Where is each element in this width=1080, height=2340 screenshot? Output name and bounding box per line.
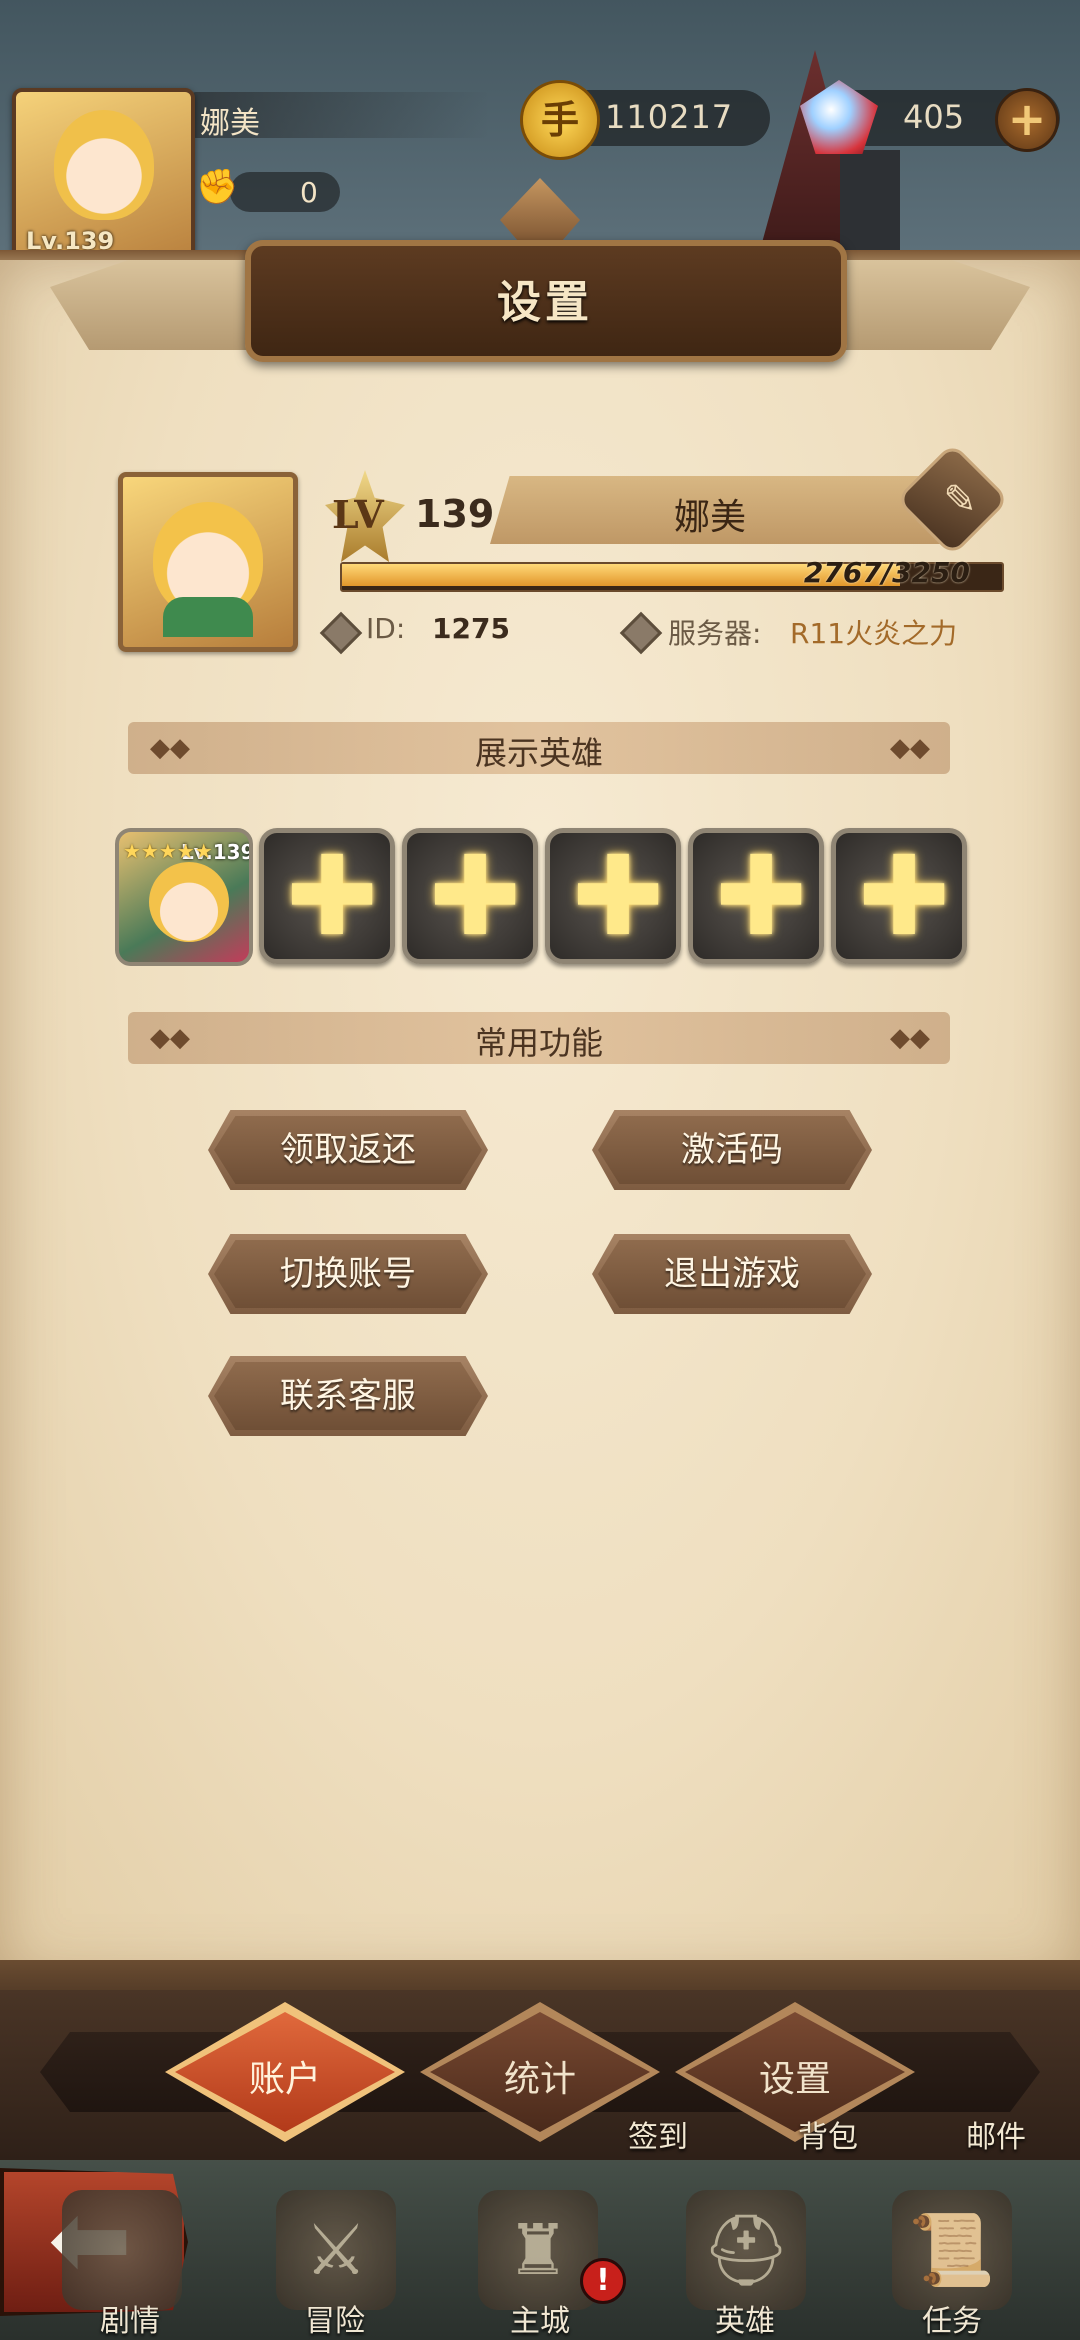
- power-value: 0: [300, 176, 318, 209]
- checkin-label[interactable]: 签到: [598, 2112, 718, 2156]
- nav-main-city[interactable]: 主城: [460, 2296, 620, 2340]
- quest-scroll-icon: 📜: [892, 2190, 1012, 2310]
- nav-story[interactable]: 剧情: [50, 2296, 210, 2340]
- functions-title: 常用功能: [474, 1024, 603, 1062]
- quill-icon: ✎: [943, 477, 977, 523]
- showcase-hero-slot-4[interactable]: ✚: [545, 828, 681, 964]
- button-label: 切换账号: [280, 1254, 416, 1294]
- showcase-hero-slot-6[interactable]: ✚: [831, 828, 967, 964]
- redeem-code-button[interactable]: 激活码: [592, 1110, 872, 1190]
- showcase-hero-slot-1[interactable]: Lv.139 ★★★★★: [115, 828, 253, 966]
- bag-label[interactable]: 背包: [768, 2112, 888, 2156]
- plus-icon: ✚: [286, 832, 379, 960]
- avatar-portrait: [54, 110, 154, 220]
- button-label: 退出游戏: [664, 1254, 800, 1294]
- showcase-title: 展示英雄: [474, 734, 603, 772]
- button-label: 激活码: [681, 1130, 783, 1170]
- scroll-glyph-icon: 📜: [908, 2209, 996, 2291]
- button-label: 联系客服: [280, 1376, 416, 1416]
- quit-game-button[interactable]: 退出游戏: [592, 1234, 872, 1314]
- hero-portrait: [149, 862, 229, 942]
- contact-support-button[interactable]: 联系客服: [208, 1356, 488, 1436]
- add-gems-button[interactable]: +: [995, 88, 1059, 152]
- button-label: 领取返还: [280, 1130, 416, 1170]
- id-value: 1275: [432, 612, 510, 645]
- nav-adventure[interactable]: 冒险: [255, 2296, 415, 2340]
- power-bar: [230, 172, 340, 212]
- star-rating-icon: ★★★★★: [123, 839, 213, 863]
- showcase-hero-slot-5[interactable]: ✚: [688, 828, 824, 964]
- profile-name: 娜美: [673, 497, 746, 538]
- showcase-hero-slot-3[interactable]: ✚: [402, 828, 538, 964]
- level-prefix: LV: [332, 492, 384, 537]
- xp-text: 2767/3250: [803, 556, 970, 589]
- profile-portrait-body: [163, 597, 253, 637]
- player-avatar[interactable]: Lv.139: [12, 88, 195, 271]
- player-name: 娜美: [200, 106, 260, 141]
- mail-label[interactable]: 邮件: [936, 2112, 1056, 2156]
- profile-avatar[interactable]: [118, 472, 298, 652]
- castle-glyph-icon: ♜: [506, 2209, 570, 2291]
- gold-value: 110217: [605, 98, 734, 136]
- nav-heroes[interactable]: 英雄: [665, 2296, 825, 2340]
- helmet-glyph-icon: ⛑: [701, 2209, 791, 2291]
- plus-icon: ✚: [572, 832, 665, 960]
- plus-icon: ✚: [429, 832, 522, 960]
- plus-icon: ✚: [858, 832, 951, 960]
- dialog-title: 设置: [497, 277, 593, 328]
- coin-icon: 手: [520, 80, 600, 160]
- gem-value: 405: [903, 98, 965, 136]
- id-label: ID:: [366, 612, 406, 645]
- server-value: R11火炎之力: [790, 617, 958, 650]
- level-number: 139: [415, 492, 495, 536]
- adventure-icon: ⚔: [276, 2190, 396, 2310]
- server-label: 服务器:: [668, 617, 762, 650]
- fist-icon: ✊: [196, 167, 239, 207]
- story-icon: [62, 2190, 182, 2310]
- showcase-hero-slot-2[interactable]: ✚: [259, 828, 395, 964]
- plus-icon: ✚: [715, 832, 808, 960]
- nav-quests[interactable]: 任务: [872, 2296, 1032, 2340]
- hero-helmet-icon: ⛑: [686, 2190, 806, 2310]
- claim-refund-button[interactable]: 领取返还: [208, 1110, 488, 1190]
- switch-account-button[interactable]: 切换账号: [208, 1234, 488, 1314]
- castle-icon: ♜: [478, 2190, 598, 2310]
- crossed-swords-icon: ⚔: [304, 2209, 368, 2291]
